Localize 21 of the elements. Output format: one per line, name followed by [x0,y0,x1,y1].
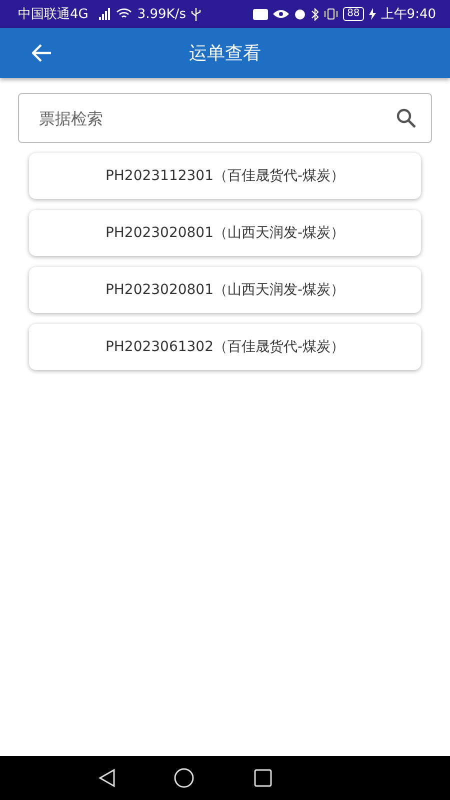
waybill-item[interactable]: PH2023020801（山西天润发-煤炭） [29,210,421,256]
usb-icon [190,8,201,20]
clock: 上午9:40 [380,6,436,23]
search-icon[interactable] [396,108,416,128]
wifi-icon [116,8,132,20]
waybill-item[interactable]: PH2023020801（山西天润发-煤炭） [29,267,421,313]
back-button[interactable] [32,44,52,62]
waybill-item[interactable]: PH2023061302（百佳晟货代-煤炭） [29,324,421,370]
back-nav-button[interactable] [98,768,116,788]
network-speed: 3.99K/s [137,6,186,22]
waybill-item[interactable]: PH2023112301（百佳晟货代-煤炭） [29,153,421,199]
carrier-name: 中国联通4G [18,6,88,23]
recents-nav-button[interactable] [254,769,272,787]
battery-level: 88 [343,7,364,21]
home-nav-button[interactable] [174,768,194,788]
charging-icon [368,8,376,20]
search-field[interactable]: 票据检索 [18,93,432,143]
bluetooth-icon [311,8,320,20]
page-title: 运单查看 [189,43,261,64]
eye-icon [273,9,290,19]
vibrate-icon [324,8,338,20]
